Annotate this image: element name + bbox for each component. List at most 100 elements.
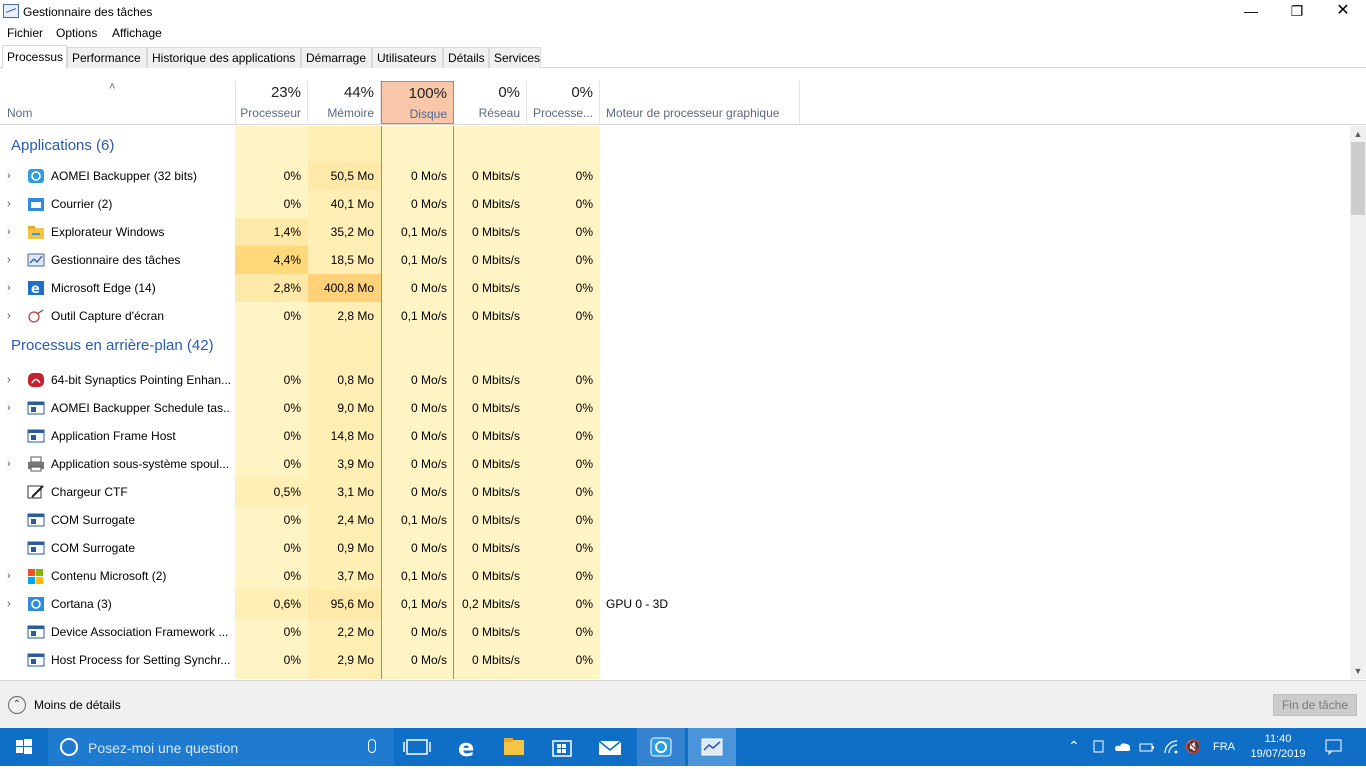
volume-muted-icon[interactable]: 🔇 [1185, 739, 1201, 755]
net-value: 0 Mbits/s [471, 429, 520, 443]
folder-icon [27, 224, 45, 240]
gpu-total: 0% [571, 84, 593, 101]
header-network[interactable]: 0% Réseau [454, 81, 527, 124]
process-row[interactable]: › Application sous-système spoul... 0% 3,9 … [0, 450, 1350, 478]
expand-chevron-icon[interactable]: › [7, 283, 17, 294]
language-indicator[interactable]: FRA [1213, 741, 1235, 753]
cpu-label: Processeur [240, 106, 301, 120]
net-total: 0% [498, 84, 520, 101]
search-box[interactable]: Posez-moi une question [48, 728, 394, 766]
process-row[interactable]: COM Surrogate 0% 2,4 Mo 0,1 Mo/s 0 Mbits/s 0% [0, 506, 1350, 534]
microphone-icon[interactable] [368, 739, 376, 753]
header-cpu[interactable]: 23% Processeur [235, 81, 308, 124]
scroll-up-icon[interactable]: ▲ [1350, 126, 1366, 142]
header-gpu-engine[interactable]: Moteur de processeur graphique [600, 81, 800, 124]
vertical-scrollbar[interactable]: ▲ ▼ [1350, 126, 1366, 679]
menu-options[interactable]: Options [56, 26, 97, 40]
task-view-button[interactable] [394, 728, 442, 766]
scroll-down-icon[interactable]: ▼ [1350, 663, 1366, 679]
expand-chevron-icon[interactable]: › [7, 171, 17, 182]
process-row[interactable]: › Explorateur Windows 1,4% 35,2 Mo 0,1 Mo/s 0… [0, 218, 1350, 246]
menu-fichier[interactable]: Fichier [7, 26, 43, 40]
taskbar-explorer[interactable] [490, 728, 538, 766]
tab-utilisateurs[interactable]: Utilisateurs [372, 47, 443, 68]
tray-expand-icon[interactable]: ⌃ [1068, 738, 1080, 755]
process-row[interactable]: › 64-bit Synaptics Pointing Enhan... 0% 0,8… [0, 366, 1350, 394]
close-button[interactable]: ✕ [1320, 0, 1366, 24]
taskbar-edge[interactable]: e [442, 728, 490, 766]
taskbar-aomei[interactable] [637, 728, 685, 766]
expand-chevron-icon[interactable]: › [7, 375, 17, 386]
process-row[interactable]: › AOMEI Backupper Schedule tas... 0% 9,0 Mo… [0, 394, 1350, 422]
notification-center-icon[interactable] [1325, 739, 1343, 755]
process-row[interactable]: › Cortana (3) 0,6% 95,6 Mo 0,1 Mo/s 0,2 Mbits… [0, 590, 1350, 618]
chevron-up-icon[interactable]: ⌃ [8, 696, 26, 714]
tab-performance[interactable]: Performance [67, 47, 147, 68]
expand-chevron-icon[interactable]: › [7, 459, 17, 470]
group-background[interactable]: Processus en arrière-plan (42) [0, 332, 1350, 360]
wifi-icon[interactable] [1163, 739, 1179, 755]
store-icon [552, 740, 572, 757]
end-task-button[interactable]: Fin de tâche [1273, 694, 1357, 716]
tab-details[interactable]: Détails [443, 47, 489, 68]
service-icon [27, 428, 45, 444]
process-name: Outil Capture d'écran [51, 309, 165, 323]
tab-demarrage[interactable]: Démarrage [301, 47, 372, 68]
tablet-icon[interactable] [1093, 740, 1105, 754]
gpu-value: 0% [575, 309, 593, 323]
expand-chevron-icon[interactable]: › [7, 255, 17, 266]
expand-chevron-icon[interactable]: › [7, 311, 17, 322]
taskbar-store[interactable] [538, 728, 586, 766]
process-row[interactable]: Host Process for Setting Synchr... 0% 2,9 … [0, 646, 1350, 674]
start-button[interactable] [0, 728, 48, 766]
tab-services[interactable]: Services [489, 47, 541, 68]
cpu-value: 0% [283, 197, 301, 211]
window-title: Gestionnaire des tâches [23, 5, 153, 19]
mem-value: 14,8 Mo [330, 429, 374, 443]
expand-chevron-icon[interactable]: › [7, 199, 17, 210]
battery-power-icon[interactable] [1139, 740, 1157, 754]
group-applications[interactable]: Applications (6) [0, 132, 1350, 160]
header-name[interactable]: Nom [7, 106, 32, 120]
less-details-button[interactable]: Moins de détails [34, 698, 121, 712]
expand-chevron-icon[interactable]: › [7, 403, 17, 414]
process-row[interactable]: Chargeur CTF 0,5% 3,1 Mo 0 Mo/s 0 Mbits/s 0% [0, 478, 1350, 506]
process-row[interactable]: Device Association Framework ... 0% 2,2 Mo… [0, 618, 1350, 646]
gpu-value: 0% [575, 569, 593, 583]
restore-button[interactable]: ❐ [1274, 0, 1320, 24]
disk-value: 0,1 Mo/s [400, 513, 447, 527]
header-memory[interactable]: 44% Mémoire [308, 81, 381, 124]
tab-historique[interactable]: Historique des applications [147, 47, 301, 68]
cpu-value: 0% [283, 169, 301, 183]
process-row[interactable]: › Contenu Microsoft (2) 0% 3,7 Mo 0,1 Mo/s 0 … [0, 562, 1350, 590]
expand-chevron-icon[interactable]: › [7, 227, 17, 238]
taskbar-taskmgr[interactable] [688, 728, 736, 766]
tab-processus[interactable]: Processus [2, 45, 67, 69]
net-value: 0 Mbits/s [471, 253, 520, 267]
clock[interactable]: 11:40 19/07/2019 [1240, 732, 1316, 762]
disk-value: 0 Mo/s [410, 429, 447, 443]
expand-chevron-icon[interactable]: › [7, 571, 17, 582]
header-disk[interactable]: 100% Disque [381, 81, 454, 124]
cpu-value: 0% [283, 541, 301, 555]
process-row[interactable]: › Outil Capture d'écran 0% 2,8 Mo 0,1 Mo/s 0 … [0, 302, 1350, 330]
expand-chevron-icon[interactable]: › [7, 599, 17, 610]
sort-arrow-icon: ˄ [109, 81, 116, 93]
process-row[interactable]: › AOMEI Backupper (32 bits) 0% 50,5 Mo 0 Mo/… [0, 162, 1350, 190]
process-row[interactable]: › Gestionnaire des tâches 4,4% 18,5 Mo 0,1 M… [0, 246, 1350, 274]
onedrive-icon[interactable] [1114, 741, 1132, 753]
process-row[interactable]: › Courrier (2) 0% 40,1 Mo 0 Mo/s 0 Mbits/s 0% [0, 190, 1350, 218]
process-row[interactable]: COM Surrogate 0% 0,9 Mo 0 Mo/s 0 Mbits/s 0% [0, 534, 1350, 562]
edge-icon: e [458, 734, 474, 762]
header-gpu[interactable]: 0% Processe... [527, 81, 600, 124]
menu-affichage[interactable]: Affichage [112, 26, 162, 40]
minimize-button[interactable]: — [1228, 0, 1274, 24]
taskbar-mail[interactable] [586, 728, 634, 766]
cortana-icon [27, 596, 45, 612]
process-row[interactable]: › e Microsoft Edge (14) 2,8% 400,8 Mo 0 Mo/s 0… [0, 274, 1350, 302]
scroll-thumb[interactable] [1351, 142, 1365, 215]
process-row[interactable]: Application Frame Host 0% 14,8 Mo 0 Mo/s 0 M… [0, 422, 1350, 450]
net-value: 0 Mbits/s [471, 225, 520, 239]
process-name: COM Surrogate [51, 513, 136, 527]
gpu-value: 0% [575, 653, 593, 667]
